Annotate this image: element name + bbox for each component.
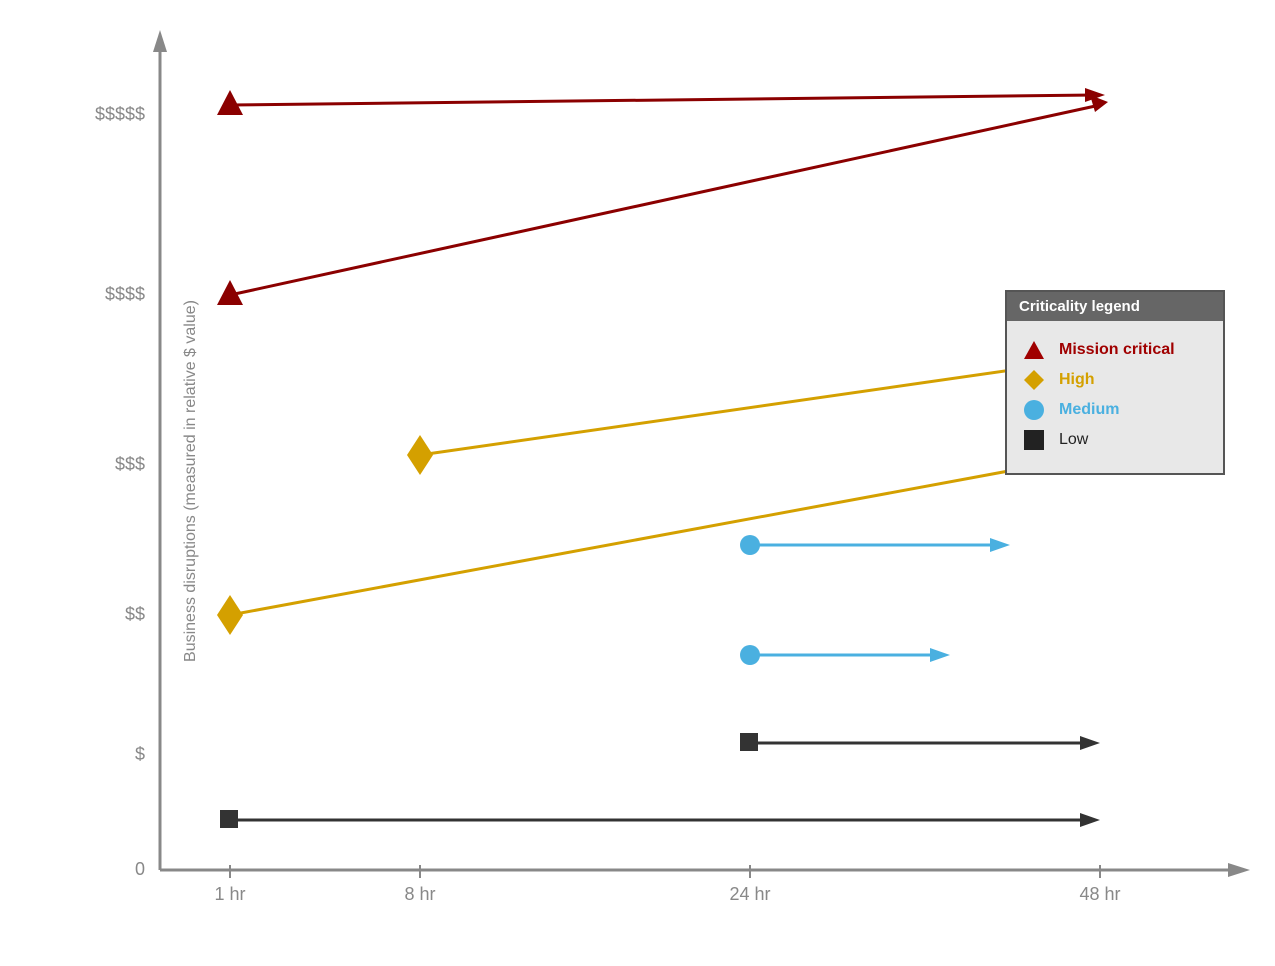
svg-text:8 hr: 8 hr (404, 884, 435, 904)
legend-label-medium: Medium (1059, 401, 1119, 419)
legend-label-mission-critical: Mission critical (1059, 341, 1175, 359)
svg-text:24 hr: 24 hr (729, 884, 770, 904)
legend-box: Criticality legend Mission critical High (1005, 290, 1225, 475)
legend-icon-low (1023, 429, 1051, 451)
legend-label-high: High (1059, 371, 1095, 389)
legend-item-mission-critical: Mission critical (1023, 339, 1207, 361)
legend-label-low: Low (1059, 431, 1088, 449)
svg-text:$$$$: $$$$ (105, 284, 145, 304)
legend-body: Mission critical High Medium (1007, 321, 1223, 473)
svg-text:1 hr: 1 hr (214, 884, 245, 904)
legend-item-medium: Medium (1023, 399, 1207, 421)
svg-text:$$$: $$$ (115, 454, 145, 474)
svg-text:48 hr: 48 hr (1079, 884, 1120, 904)
legend-icon-high (1023, 369, 1051, 391)
svg-text:$$$$$: $$$$$ (95, 104, 145, 124)
legend-item-high: High (1023, 369, 1207, 391)
legend-icon-mission-critical (1023, 339, 1051, 361)
svg-text:0: 0 (135, 859, 145, 879)
legend-icon-medium (1023, 399, 1051, 421)
legend-item-low: Low (1023, 429, 1207, 451)
svg-text:$: $ (135, 744, 145, 764)
svg-text:$$: $$ (125, 604, 145, 624)
legend-title: Criticality legend (1007, 292, 1223, 321)
y-axis-label: Business disruptions (measured in relati… (182, 300, 200, 662)
chart-container: 1 hr 8 hr 24 hr 48 hr 0 $ $$ $$$ $$$$ $$… (0, 0, 1275, 961)
